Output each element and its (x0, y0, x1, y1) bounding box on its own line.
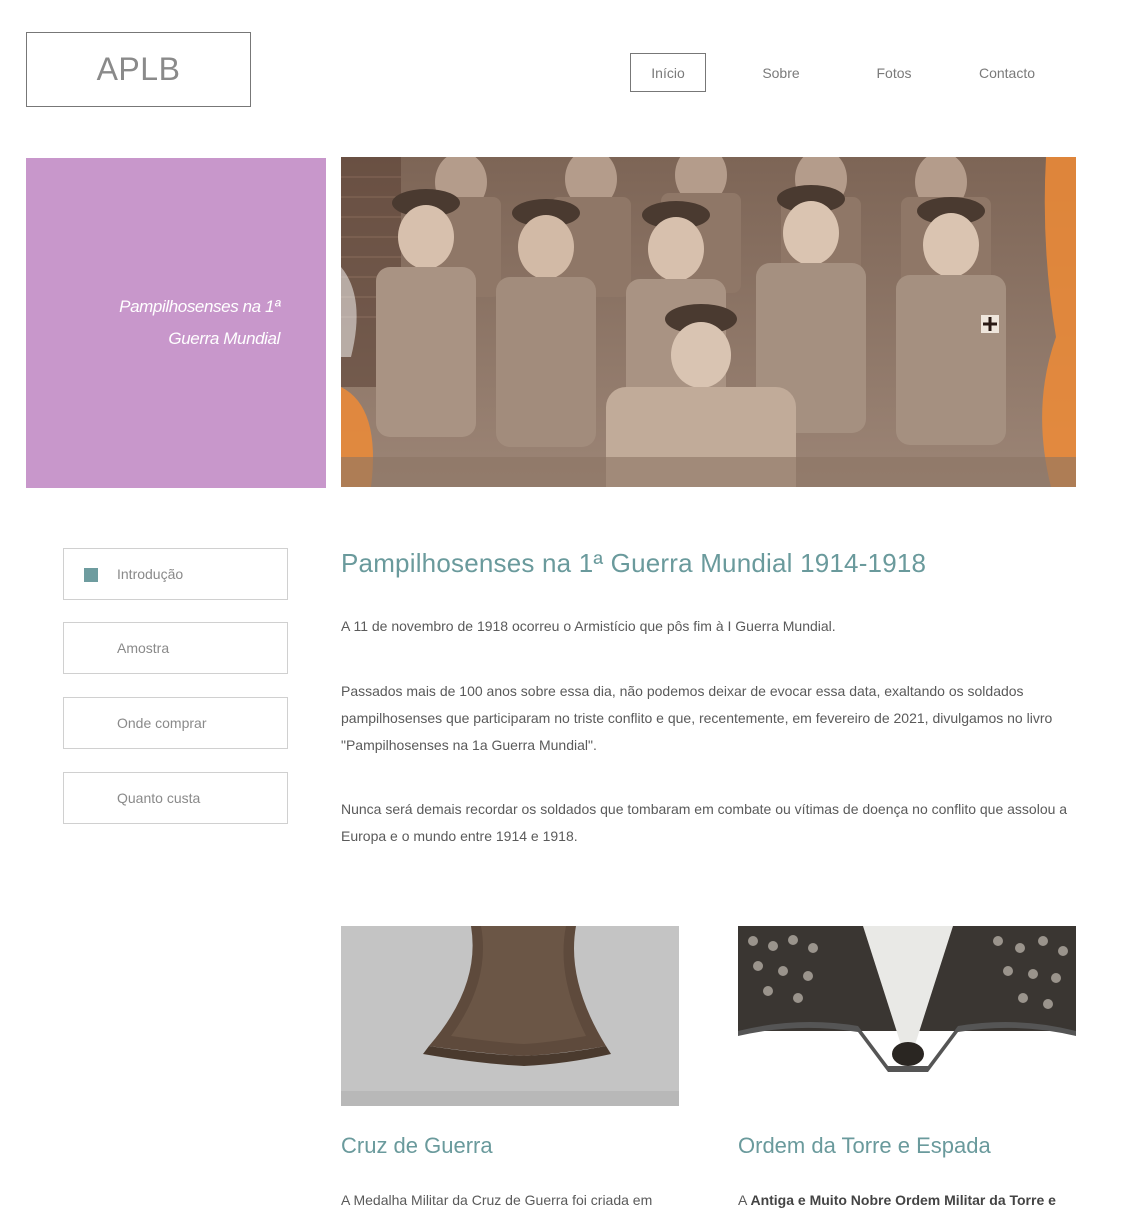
paragraph-evocation: Passados mais de 100 anos sobre essa dia… (341, 683, 1053, 753)
hero-caption: Pampilhosenses na 1ª Guerra Mundial (80, 291, 280, 355)
medal-cross-illustration (341, 926, 679, 1106)
site-logo[interactable]: APLB (26, 32, 251, 107)
side-item-label: Amostra (117, 640, 170, 656)
hero-caption-line2: Guerra Mundial (168, 329, 280, 348)
card-title-torre-espada: Ordem da Torre e Espada (738, 1133, 991, 1158)
nav-sobre[interactable]: Sobre (748, 53, 814, 92)
hero-soldiers-photo (341, 157, 1076, 487)
side-item-amostra[interactable]: Amostra (63, 622, 288, 674)
side-item-label: Onde comprar (117, 715, 207, 731)
nav-fotos[interactable]: Fotos (864, 53, 924, 92)
torre-espada-image (738, 926, 1076, 1076)
soldiers-photo-illustration (341, 157, 1076, 487)
medal-star-illustration (738, 926, 1076, 1076)
hero-caption-line1: Pampilhosenses na 1ª (119, 297, 280, 316)
side-item-label: Quanto custa (117, 790, 201, 806)
card-title-cruz-de-guerra: Cruz de Guerra (341, 1133, 493, 1158)
nav-inicio[interactable]: Início (630, 53, 706, 92)
hero-panel: Pampilhosenses na 1ª Guerra Mundial (26, 158, 326, 488)
card-text-cruz-de-guerra: A Medalha Militar da Cruz de Guerra foi … (341, 1192, 653, 1208)
side-item-quanto-custa[interactable]: Quanto custa (63, 772, 288, 824)
side-item-onde-comprar[interactable]: Onde comprar (63, 697, 288, 749)
active-marker-icon (84, 568, 98, 582)
card-text-bold: Antiga e Muito Nobre Ordem Militar da To… (750, 1192, 1056, 1208)
card-text-prefix: A (738, 1192, 751, 1208)
paragraph-armistice: A 11 de novembro de 1918 ocorreu o Armis… (341, 618, 836, 634)
side-item-label: Introdução (117, 566, 184, 582)
paragraph-remembrance: Nunca será demais recordar os soldados q… (341, 801, 1068, 844)
nav-contacto[interactable]: Contacto (972, 53, 1042, 92)
cruz-de-guerra-image (341, 926, 679, 1106)
page-title: Pampilhosenses na 1ª Guerra Mundial 1914… (341, 548, 927, 578)
card-text-torre-espada: A Antiga e Muito Nobre Ordem Militar da … (738, 1192, 1078, 1208)
side-item-introducao[interactable]: Introdução (63, 548, 288, 600)
main-content: Pampilhosenses na 1ª Guerra Mundial 1914… (341, 548, 1081, 850)
